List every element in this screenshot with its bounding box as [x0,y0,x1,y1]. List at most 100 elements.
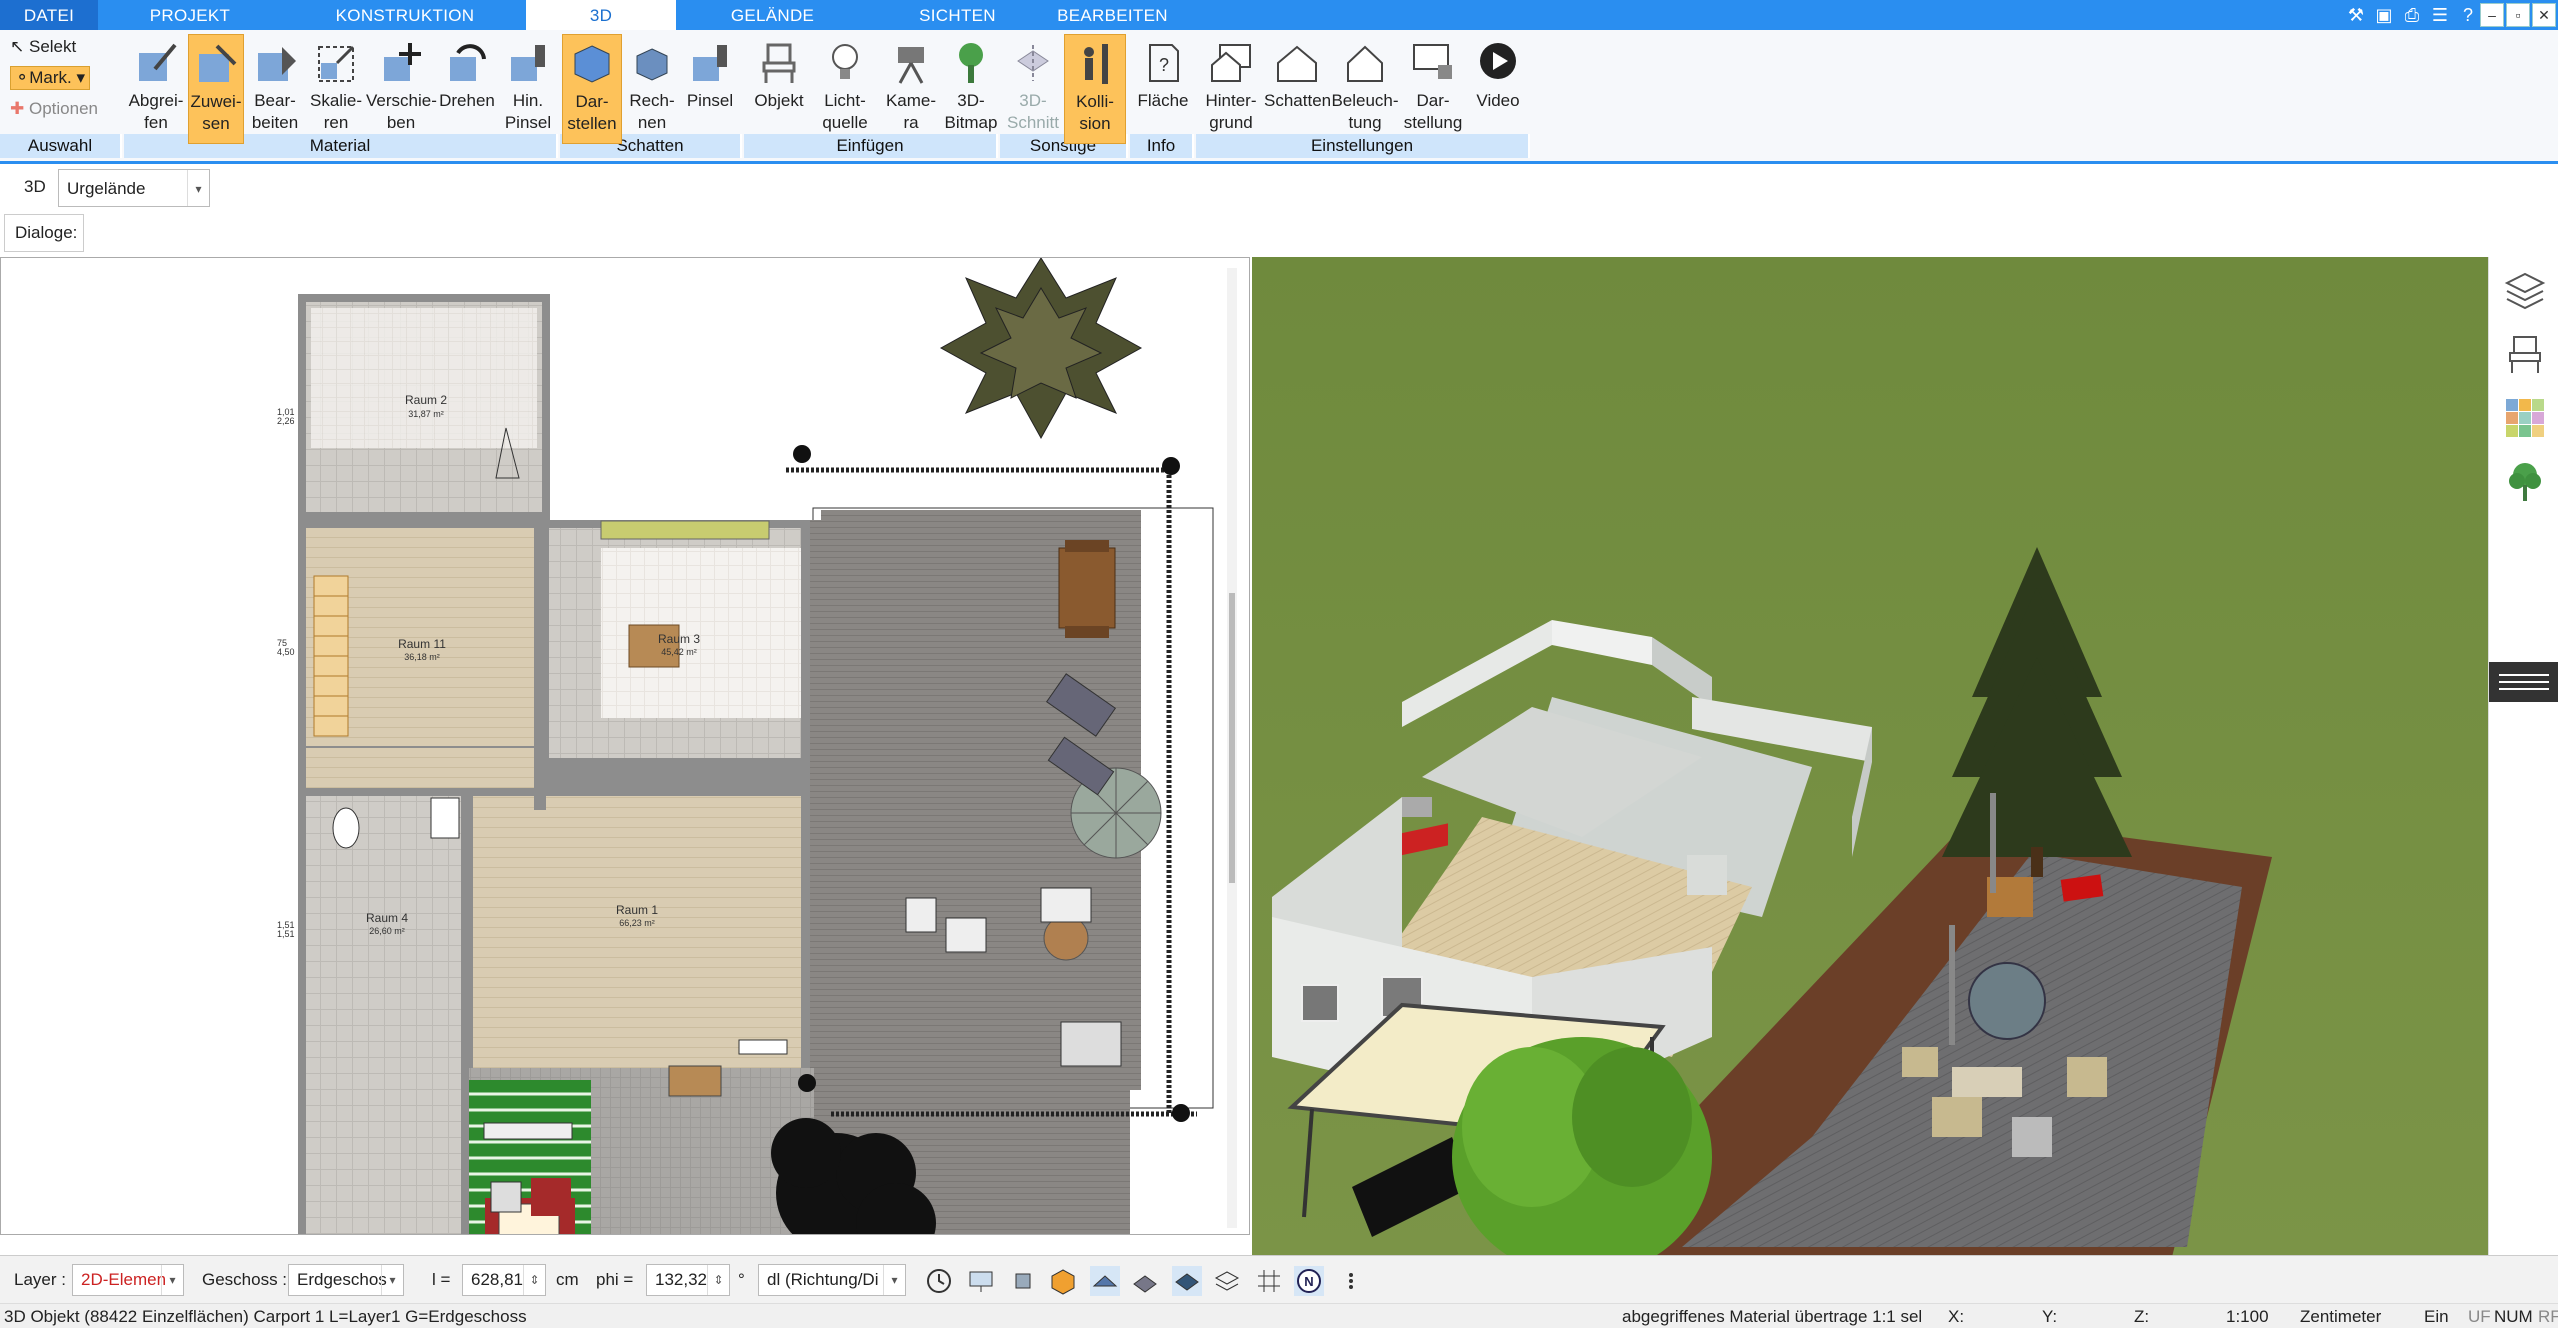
info-button-0[interactable]: ? Fläche [1132,34,1194,144]
texture-icon[interactable] [1130,1266,1160,1296]
panel-toggle-button[interactable] [2489,662,2558,702]
status-uf: UF [2468,1307,2491,1326]
sonstige-button-0[interactable]: 3D- Schnitt [1002,34,1064,144]
dim-label: 4,50 [277,647,295,657]
einfuegen-button-1[interactable]: Licht- quelle [812,34,878,144]
length-label: l = [432,1270,451,1289]
spinner-icon[interactable]: ⇕ [523,1265,545,1295]
brush-icon [693,45,727,81]
length-input[interactable]: 628,81 ⇕ [462,1264,546,1296]
tab-konstruktion[interactable]: KONSTRUKTION [320,0,490,30]
section-icon [1017,45,1049,81]
box-icon[interactable]: ▣ [2372,3,2396,27]
schatten-button-2[interactable]: Pinsel [682,34,738,144]
3d-view[interactable] [1252,257,2488,1255]
einstellungen-button-0[interactable]: Hinter- grund [1198,34,1264,144]
room-area-raum-3: 45,42 m² [661,647,697,657]
chevron-down-icon: ▾ [187,170,209,206]
ribbon-button-label: Rech- nen [629,91,675,132]
material-button-6[interactable]: Hin. Pinsel [498,34,558,144]
terrain-select-value: Urgelände [67,179,146,198]
length-value: 628,81 [471,1270,523,1289]
more-options-icon[interactable] [1336,1266,1366,1296]
robot-icon[interactable] [1008,1266,1038,1296]
maximize-button[interactable]: ▫ [2506,3,2530,27]
display-icon [1413,44,1452,79]
north-icon[interactable]: N [1294,1266,1324,1296]
material-button-4[interactable]: Verschie- ben [366,34,437,144]
geschoss-select[interactable]: Erdgeschos ▾ [288,1264,404,1296]
status-unit: Zentimeter [2300,1307,2382,1326]
chair-icon[interactable] [2502,331,2548,377]
close-button[interactable]: ✕ [2532,3,2556,27]
cube-icon [574,45,610,83]
status-bar: 3D Objekt (88422 Einzelflächen) Carport … [0,1303,2558,1328]
print-icon[interactable]: ⎙ [2400,3,2424,27]
app-window: { "tabs":["DATEI","PROJEKT","KONSTRUKTIO… [0,0,2558,1328]
plane-icon[interactable] [1172,1266,1202,1296]
layer-select[interactable]: 2D-Elemen ▾ [72,1264,184,1296]
plan-vertical-scrollbar[interactable] [1229,593,1235,883]
surface-icon[interactable] [1090,1266,1120,1296]
einstellungen-button-4[interactable]: Video [1466,34,1530,144]
tree-icon[interactable] [2502,459,2548,505]
layers-icon[interactable] [2502,267,2548,313]
spinner-icon[interactable]: ⇕ [707,1265,729,1295]
clock-icon[interactable] [924,1266,954,1296]
tools-icon[interactable]: ⚒ [2344,3,2368,27]
ribbon-button-label: Bear- beiten [251,91,299,132]
ribbon-button-label: Kolli- sion [1076,92,1114,133]
optionen-button[interactable]: ✚ Optionen [10,98,98,120]
svg-text:?: ? [1159,55,1169,75]
room-label-raum-11: Raum 11 [398,637,446,651]
tab-3d[interactable]: 3D [526,0,676,31]
tree-icon [959,43,983,83]
einstellungen-button-1[interactable]: Schatten [1264,34,1331,144]
tab-bearbeiten[interactable]: BEARBEITEN [1050,0,1175,30]
chair-icon [762,43,796,83]
plan-horizontal-scrollbar[interactable] [607,1234,927,1235]
einstellungen-button-2[interactable]: Beleuch- tung [1330,34,1400,144]
terrain-select[interactable]: Urgelände ▾ [58,169,210,207]
status-y: Y: [2042,1307,2058,1326]
phi-input[interactable]: 132,32 ⇕ [646,1264,730,1296]
minimize-button[interactable]: – [2480,3,2504,27]
monitor-icon[interactable] [966,1266,996,1296]
materials-palette-icon[interactable] [2502,395,2548,441]
schatten-button-1[interactable]: Rech- nen [622,34,682,144]
stack-icon[interactable] [1212,1266,1242,1296]
mark-button[interactable]: ⚬Mark. ▾ [10,66,91,90]
tab-gelaende[interactable]: GELÄNDE [715,0,830,30]
sonstige-button-1[interactable]: Kolli- sion [1064,34,1126,144]
direction-select[interactable]: dl (Richtung/Di ▾ [758,1264,906,1296]
selekt-button[interactable]: ↖ Selekt [10,36,76,58]
status-num: NUM [2494,1307,2533,1326]
view-label: 3D [24,177,46,196]
svg-text:N: N [1304,1274,1313,1289]
ribbon-button-label: Kame- ra [885,91,937,132]
tab-projekt[interactable]: PROJEKT [130,0,250,30]
cursor-icon: ↖ [10,37,25,56]
einfuegen-button-2[interactable]: Kame- ra [878,34,944,144]
material-button-3[interactable]: Skalie- ren [306,34,366,144]
material-button-2[interactable]: Bear- beiten [244,34,306,144]
bulb-icon [832,44,858,79]
schatten-button-0[interactable]: Dar- stellen [562,34,622,144]
dim-label: 2,26 [277,416,295,426]
tab-sichten[interactable]: SICHTEN [900,0,1015,30]
material-button-0[interactable]: Abgrei- fen [124,34,188,144]
help-icon[interactable]: ? [2456,3,2480,27]
material-button-5[interactable]: Drehen [436,34,498,144]
dim-label: 1,51 [277,929,295,939]
ribbon-tab-bar: DATEI PROJEKT KONSTRUKTION 3D GELÄNDE SI… [0,0,2558,31]
floor-plan-view[interactable]: 1,01 2,26 75 4,50 1,51 1,51 Raum 2 31,87… [0,257,1250,1235]
ribbon-button-label: 3D- Schnitt [1007,91,1059,132]
einfuegen-button-3[interactable]: 3D- Bitmap [944,34,998,144]
cube-icon[interactable] [1048,1266,1078,1296]
material-button-1[interactable]: Zuwei- sen [188,34,244,144]
tab-datei[interactable]: DATEI [0,0,98,30]
einstellungen-button-3[interactable]: Dar- stellung [1400,34,1466,144]
settings-icon[interactable]: ☰ [2428,3,2452,27]
einfuegen-button-0[interactable]: Objekt [746,34,812,144]
grid-icon[interactable] [1254,1266,1284,1296]
